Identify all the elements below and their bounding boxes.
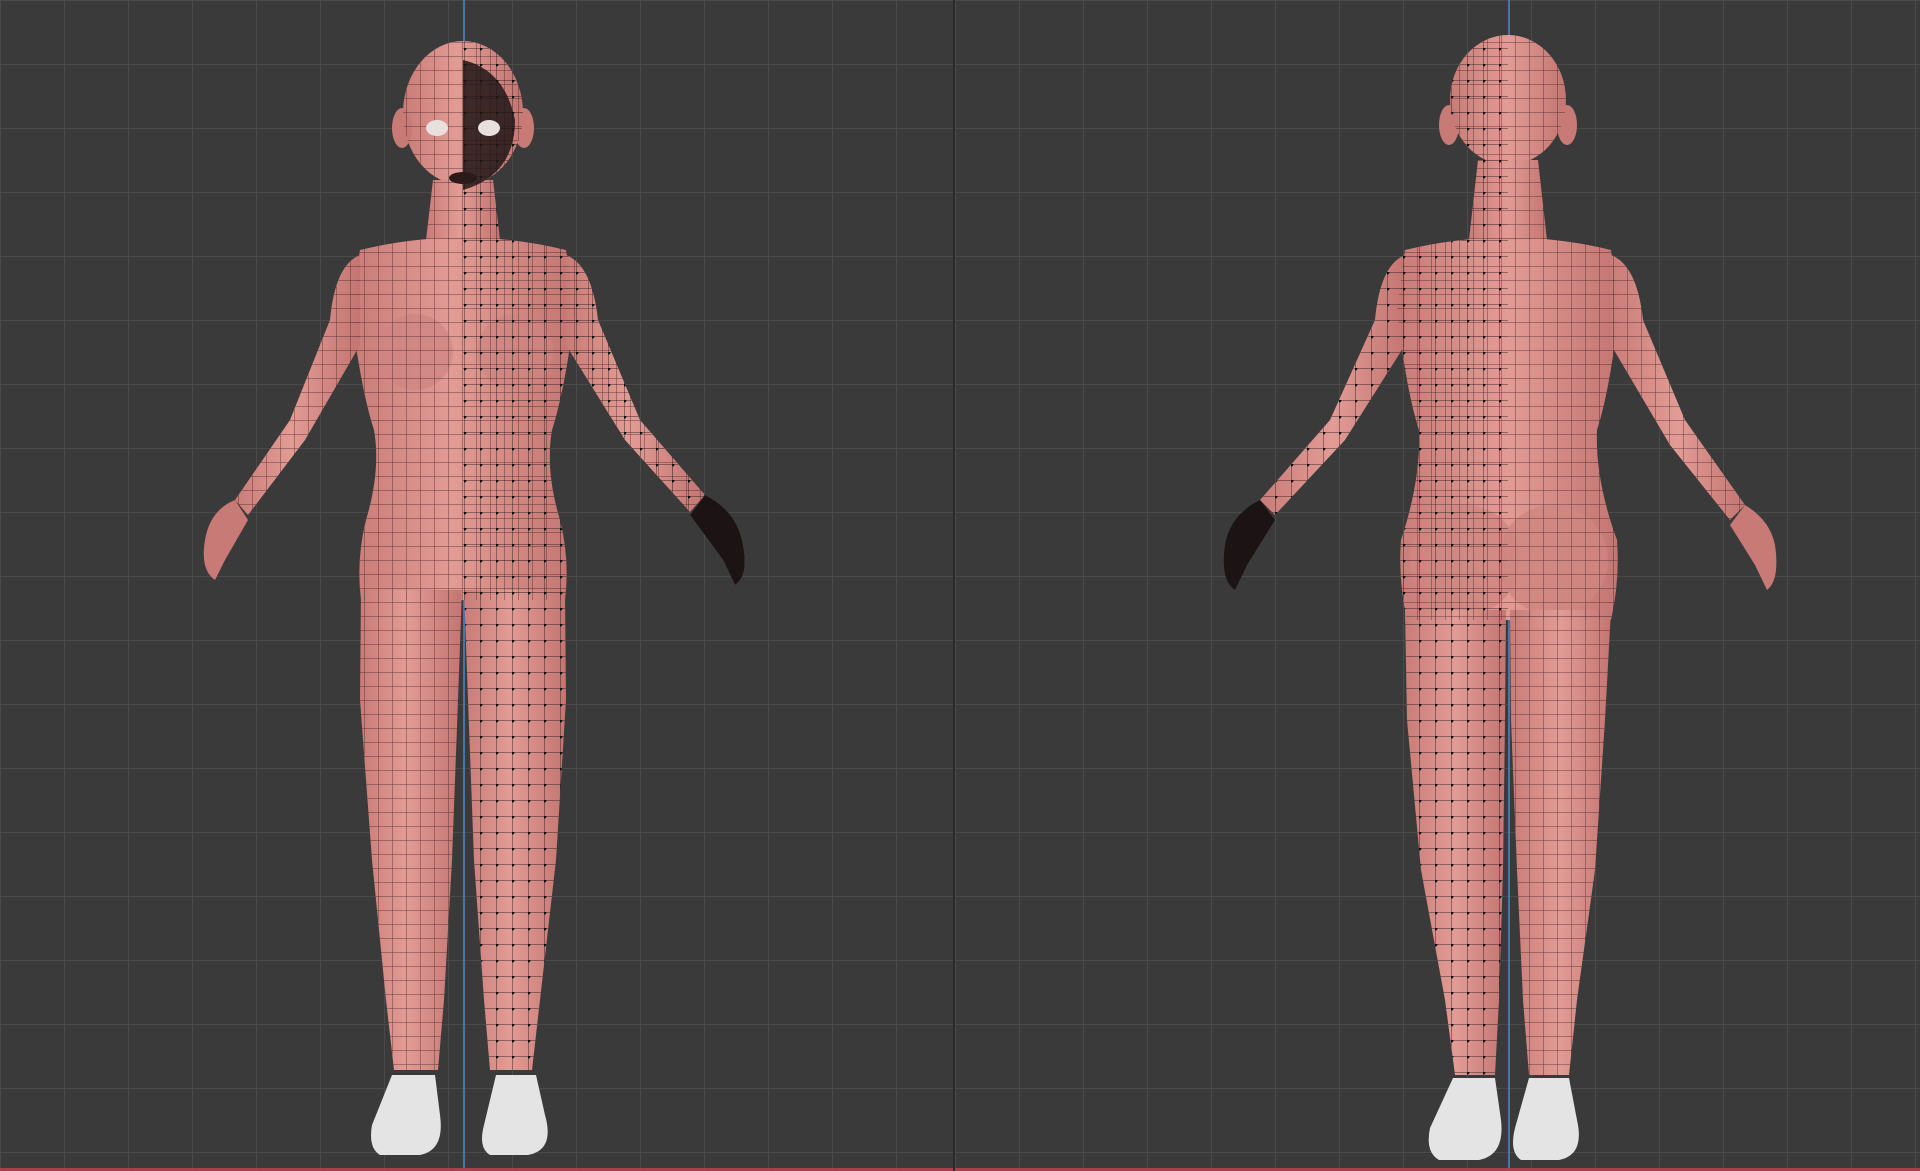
viewport-back[interactable]	[955, 0, 1920, 1171]
human-mesh-icon[interactable]	[955, 0, 1920, 1171]
human-mesh-icon[interactable]	[0, 0, 953, 1171]
shoe-icon	[371, 1075, 548, 1155]
viewport-front[interactable]	[0, 0, 953, 1171]
modeling-workspace	[0, 0, 1920, 1171]
shoe-icon	[1428, 1078, 1579, 1160]
